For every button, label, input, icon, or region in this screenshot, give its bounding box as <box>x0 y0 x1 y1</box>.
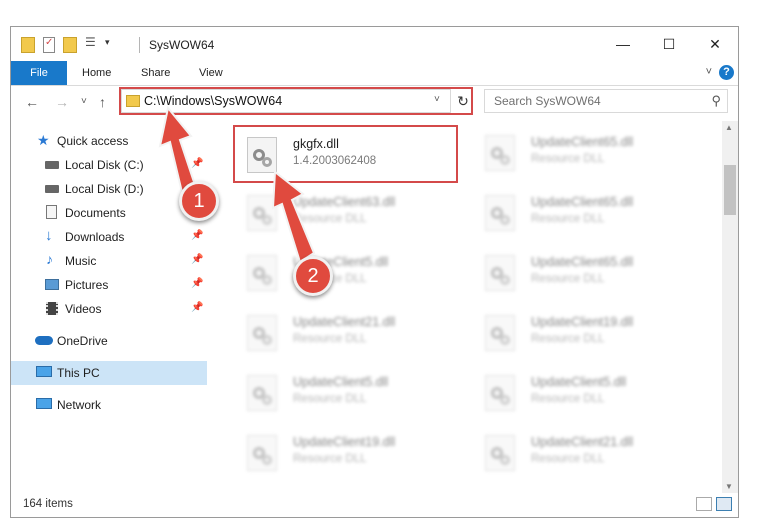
step-badge-1: 1 <box>179 181 219 221</box>
annotation-arrows <box>158 105 316 264</box>
step-badge-2: 2 <box>293 256 333 296</box>
arrow-2 <box>271 170 316 264</box>
